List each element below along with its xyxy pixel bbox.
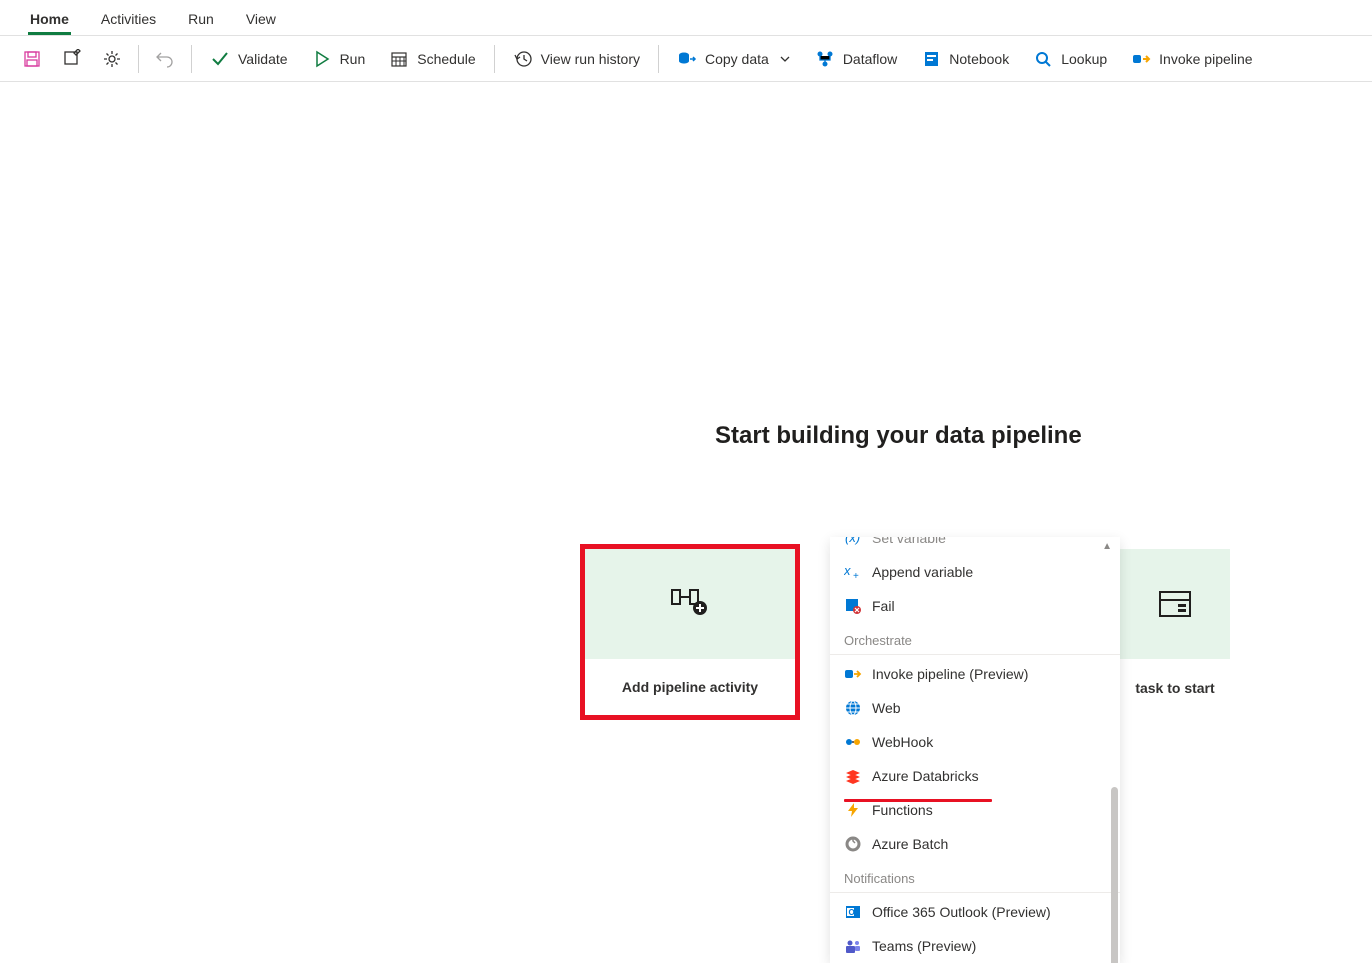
save-edit-icon — [62, 49, 82, 69]
play-icon — [312, 49, 332, 69]
activity-dropdown: ▲ (x) Set variable x+ Append variable Fa… — [830, 537, 1120, 963]
search-icon — [1033, 49, 1053, 69]
svg-text:+: + — [853, 571, 859, 581]
lookup-button[interactable]: Lookup — [1023, 43, 1117, 75]
copy-data-icon — [677, 49, 697, 69]
svg-text:(x): (x) — [845, 537, 860, 545]
item-label: Functions — [872, 802, 933, 818]
save-as-button[interactable] — [54, 43, 90, 75]
run-label: Run — [340, 51, 366, 67]
schedule-button[interactable]: Schedule — [379, 43, 485, 75]
svg-text:O: O — [849, 908, 855, 917]
tab-run[interactable]: Run — [172, 3, 230, 35]
item-label: Fail — [872, 598, 895, 614]
history-icon — [513, 49, 533, 69]
save-icon — [22, 49, 42, 69]
item-label: Teams (Preview) — [872, 938, 976, 954]
fail-icon — [844, 597, 862, 615]
svg-text:x: x — [844, 563, 851, 578]
copy-data-label: Copy data — [705, 51, 769, 67]
item-label: Set variable — [872, 537, 946, 546]
add-pipeline-activity-card[interactable]: Add pipeline activity — [580, 544, 800, 720]
gear-icon — [102, 49, 122, 69]
divider — [138, 45, 139, 73]
dropdown-scroll-area[interactable]: (x) Set variable x+ Append variable Fail… — [830, 537, 1120, 963]
divider — [494, 45, 495, 73]
item-label: Azure Databricks — [872, 768, 979, 784]
page-title: Start building your data pipeline — [715, 422, 1082, 450]
notebook-label: Notebook — [949, 51, 1009, 67]
add-activity-label: Add pipeline activity — [585, 659, 795, 715]
invoke-pipeline-button[interactable]: Invoke pipeline — [1121, 43, 1262, 75]
dropdown-item-teams[interactable]: Teams (Preview) — [830, 929, 1120, 963]
dropdown-section-orchestrate: Orchestrate — [830, 623, 1120, 655]
dropdown-item-web[interactable]: Web — [830, 691, 1120, 725]
validate-label: Validate — [238, 51, 288, 67]
divider — [191, 45, 192, 73]
add-activity-icon — [670, 586, 710, 622]
settings-button[interactable] — [94, 43, 130, 75]
dataflow-button[interactable]: Dataflow — [805, 43, 907, 75]
teams-icon — [844, 937, 862, 955]
run-button[interactable]: Run — [302, 43, 376, 75]
task-start-label: task to start — [1120, 659, 1230, 717]
item-label: Append variable — [872, 564, 973, 580]
dropdown-item-azure-batch[interactable]: Azure Batch — [830, 827, 1120, 861]
toolbar: Validate Run Schedule View run history C… — [0, 36, 1372, 82]
item-label: WebHook — [872, 734, 933, 750]
check-icon — [210, 49, 230, 69]
dropdown-item-fail[interactable]: Fail — [830, 589, 1120, 623]
dropdown-item-append-variable[interactable]: x+ Append variable — [830, 555, 1120, 589]
item-label: Azure Batch — [872, 836, 948, 852]
notebook-icon — [921, 49, 941, 69]
functions-icon — [844, 801, 862, 819]
pipeline-canvas[interactable]: Start building your data pipeline Add pi… — [0, 82, 1372, 899]
tab-home[interactable]: Home — [14, 3, 85, 35]
dropdown-item-invoke-pipeline[interactable]: Invoke pipeline (Preview) — [830, 657, 1120, 691]
chevron-down-icon — [779, 53, 791, 65]
batch-icon — [844, 835, 862, 853]
webhook-icon — [844, 733, 862, 751]
card-icon-area — [585, 549, 795, 659]
undo-icon — [155, 49, 175, 69]
item-label: Web — [872, 700, 901, 716]
schedule-label: Schedule — [417, 51, 475, 67]
lookup-label: Lookup — [1061, 51, 1107, 67]
copy-data-button[interactable]: Copy data — [667, 43, 801, 75]
task-start-card[interactable]: task to start — [1120, 549, 1230, 717]
append-variable-icon: x+ — [844, 563, 862, 581]
invoke-icon — [1131, 49, 1151, 69]
invoke-label: Invoke pipeline — [1159, 51, 1252, 67]
save-button[interactable] — [14, 43, 50, 75]
tabs-bar: Home Activities Run View — [0, 0, 1372, 36]
dropdown-item-azure-databricks[interactable]: Azure Databricks — [830, 759, 1120, 793]
dropdown-item-set-variable[interactable]: (x) Set variable — [830, 537, 1120, 555]
undo-button[interactable] — [147, 43, 183, 75]
tab-activities[interactable]: Activities — [85, 3, 172, 35]
template-icon — [1158, 590, 1192, 618]
databricks-icon — [844, 767, 862, 785]
divider — [658, 45, 659, 73]
dropdown-section-notifications: Notifications — [830, 861, 1120, 893]
web-icon — [844, 699, 862, 717]
highlight-underline — [844, 799, 992, 802]
item-label: Invoke pipeline (Preview) — [872, 666, 1028, 682]
dropdown-item-webhook[interactable]: WebHook — [830, 725, 1120, 759]
dataflow-label: Dataflow — [843, 51, 897, 67]
validate-button[interactable]: Validate — [200, 43, 298, 75]
calendar-icon — [389, 49, 409, 69]
view-history-button[interactable]: View run history — [503, 43, 650, 75]
dataflow-icon — [815, 49, 835, 69]
card-icon-area — [1120, 549, 1230, 659]
notebook-button[interactable]: Notebook — [911, 43, 1019, 75]
dropdown-item-office365[interactable]: O Office 365 Outlook (Preview) — [830, 895, 1120, 929]
scrollbar-thumb[interactable] — [1111, 787, 1118, 963]
item-label: Office 365 Outlook (Preview) — [872, 904, 1051, 920]
invoke-icon — [844, 665, 862, 683]
variable-icon: (x) — [844, 537, 862, 547]
outlook-icon: O — [844, 903, 862, 921]
view-history-label: View run history — [541, 51, 640, 67]
tab-view[interactable]: View — [230, 3, 292, 35]
